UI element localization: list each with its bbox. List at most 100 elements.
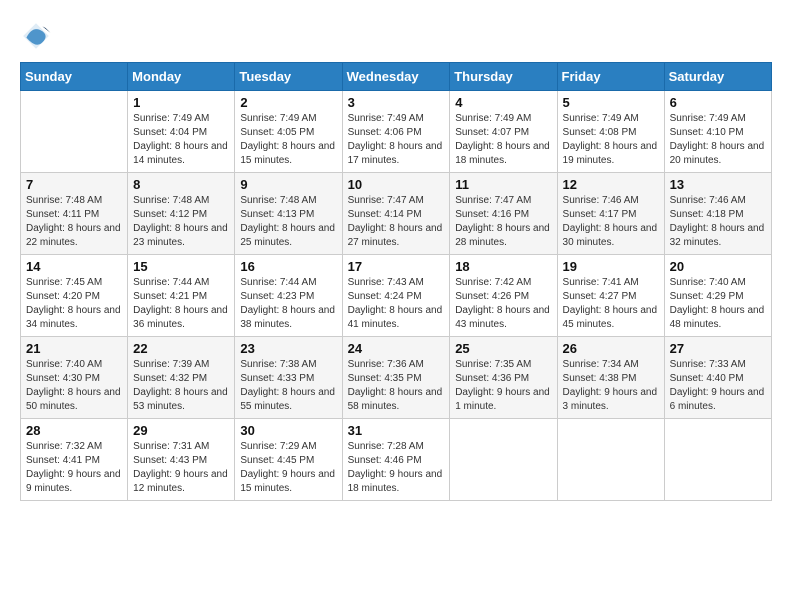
day-info: Sunrise: 7:42 AMSunset: 4:26 PMDaylight:… (455, 276, 551, 332)
day-info: Sunrise: 7:49 AMSunset: 4:06 PMDaylight:… (348, 112, 445, 168)
day-number: 2 (240, 95, 336, 110)
day-number: 14 (26, 259, 122, 274)
day-number: 16 (240, 259, 336, 274)
day-number: 13 (670, 177, 766, 192)
day-cell: 5 Sunrise: 7:49 AMSunset: 4:08 PMDaylight… (557, 91, 664, 173)
day-number: 22 (133, 341, 229, 356)
day-number: 10 (348, 177, 445, 192)
day-info: Sunrise: 7:47 AMSunset: 4:16 PMDaylight:… (455, 194, 551, 250)
weekday-header-wednesday: Wednesday (342, 63, 450, 91)
day-cell: 31 Sunrise: 7:28 AMSunset: 4:46 PMDayligh… (342, 419, 450, 501)
day-number: 20 (670, 259, 766, 274)
day-info: Sunrise: 7:49 AMSunset: 4:08 PMDaylight:… (563, 112, 659, 168)
week-row-3: 14 Sunrise: 7:45 AMSunset: 4:20 PMDayligh… (21, 255, 772, 337)
day-info: Sunrise: 7:28 AMSunset: 4:46 PMDaylight:… (348, 440, 445, 496)
weekday-header-row: SundayMondayTuesdayWednesdayThursdayFrid… (21, 63, 772, 91)
day-cell: 17 Sunrise: 7:43 AMSunset: 4:24 PMDayligh… (342, 255, 450, 337)
day-number: 17 (348, 259, 445, 274)
day-info: Sunrise: 7:49 AMSunset: 4:04 PMDaylight:… (133, 112, 229, 168)
day-number: 25 (455, 341, 551, 356)
day-cell: 14 Sunrise: 7:45 AMSunset: 4:20 PMDayligh… (21, 255, 128, 337)
weekday-header-thursday: Thursday (450, 63, 557, 91)
day-info: Sunrise: 7:45 AMSunset: 4:20 PMDaylight:… (26, 276, 122, 332)
day-number: 15 (133, 259, 229, 274)
day-info: Sunrise: 7:47 AMSunset: 4:14 PMDaylight:… (348, 194, 445, 250)
day-cell: 1 Sunrise: 7:49 AMSunset: 4:04 PMDaylight… (128, 91, 235, 173)
day-info: Sunrise: 7:39 AMSunset: 4:32 PMDaylight:… (133, 358, 229, 414)
day-cell: 15 Sunrise: 7:44 AMSunset: 4:21 PMDayligh… (128, 255, 235, 337)
day-cell: 7Sunrise: 7:48 AMSunset: 4:11 PMDaylight… (21, 173, 128, 255)
day-number: 3 (348, 95, 445, 110)
day-cell: 20 Sunrise: 7:40 AMSunset: 4:29 PMDayligh… (664, 255, 771, 337)
day-cell: 6 Sunrise: 7:49 AMSunset: 4:10 PMDaylight… (664, 91, 771, 173)
day-info: Sunrise: 7:43 AMSunset: 4:24 PMDaylight:… (348, 276, 445, 332)
day-info: Sunrise: 7:36 AMSunset: 4:35 PMDaylight:… (348, 358, 445, 414)
day-info: Sunrise: 7:40 AMSunset: 4:29 PMDaylight:… (670, 276, 766, 332)
day-number: 4 (455, 95, 551, 110)
day-cell: 22 Sunrise: 7:39 AMSunset: 4:32 PMDayligh… (128, 337, 235, 419)
day-info: Sunrise: 7:40 AMSunset: 4:30 PMDaylight:… (26, 358, 122, 414)
day-number: 1 (133, 95, 229, 110)
day-info: Sunrise: 7:32 AMSunset: 4:41 PMDaylight:… (26, 440, 122, 496)
day-cell: 3 Sunrise: 7:49 AMSunset: 4:06 PMDaylight… (342, 91, 450, 173)
day-cell: 28Sunrise: 7:32 AMSunset: 4:41 PMDayligh… (21, 419, 128, 501)
day-info: Sunrise: 7:49 AMSunset: 4:07 PMDaylight:… (455, 112, 551, 168)
day-info: Sunrise: 7:31 AMSunset: 4:43 PMDaylight:… (133, 440, 229, 496)
day-info: Sunrise: 7:29 AMSunset: 4:45 PMDaylight:… (240, 440, 336, 496)
week-row-4: 21Sunrise: 7:40 AMSunset: 4:30 PMDayligh… (21, 337, 772, 419)
day-cell: 13 Sunrise: 7:46 AMSunset: 4:18 PMDayligh… (664, 173, 771, 255)
weekday-header-monday: Monday (128, 63, 235, 91)
day-info: Sunrise: 7:49 AMSunset: 4:05 PMDaylight:… (240, 112, 336, 168)
day-cell: 16 Sunrise: 7:44 AMSunset: 4:23 PMDayligh… (235, 255, 342, 337)
day-info: Sunrise: 7:35 AMSunset: 4:36 PMDaylight:… (455, 358, 551, 414)
day-number: 27 (670, 341, 766, 356)
week-row-1: 1 Sunrise: 7:49 AMSunset: 4:04 PMDaylight… (21, 91, 772, 173)
day-info: Sunrise: 7:46 AMSunset: 4:18 PMDaylight:… (670, 194, 766, 250)
day-number: 24 (348, 341, 445, 356)
weekday-header-sunday: Sunday (21, 63, 128, 91)
day-info: Sunrise: 7:44 AMSunset: 4:21 PMDaylight:… (133, 276, 229, 332)
weekday-header-tuesday: Tuesday (235, 63, 342, 91)
day-info: Sunrise: 7:49 AMSunset: 4:10 PMDaylight:… (670, 112, 766, 168)
day-info: Sunrise: 7:34 AMSunset: 4:38 PMDaylight:… (563, 358, 659, 414)
day-number: 11 (455, 177, 551, 192)
day-number: 26 (563, 341, 659, 356)
day-cell (450, 419, 557, 501)
day-cell: 25 Sunrise: 7:35 AMSunset: 4:36 PMDayligh… (450, 337, 557, 419)
day-cell: 4 Sunrise: 7:49 AMSunset: 4:07 PMDaylight… (450, 91, 557, 173)
day-number: 6 (670, 95, 766, 110)
day-number: 5 (563, 95, 659, 110)
day-cell: 27 Sunrise: 7:33 AMSunset: 4:40 PMDayligh… (664, 337, 771, 419)
day-info: Sunrise: 7:38 AMSunset: 4:33 PMDaylight:… (240, 358, 336, 414)
day-cell: 10 Sunrise: 7:47 AMSunset: 4:14 PMDayligh… (342, 173, 450, 255)
day-cell (557, 419, 664, 501)
day-cell: 26 Sunrise: 7:34 AMSunset: 4:38 PMDayligh… (557, 337, 664, 419)
logo-icon (20, 20, 52, 52)
logo (20, 20, 56, 52)
day-cell: 21Sunrise: 7:40 AMSunset: 4:30 PMDayligh… (21, 337, 128, 419)
page-header (20, 20, 772, 52)
day-info: Sunrise: 7:48 AMSunset: 4:11 PMDaylight:… (26, 194, 122, 250)
day-info: Sunrise: 7:48 AMSunset: 4:13 PMDaylight:… (240, 194, 336, 250)
day-info: Sunrise: 7:48 AMSunset: 4:12 PMDaylight:… (133, 194, 229, 250)
day-cell: 11 Sunrise: 7:47 AMSunset: 4:16 PMDayligh… (450, 173, 557, 255)
day-number: 30 (240, 423, 336, 438)
day-number: 19 (563, 259, 659, 274)
day-number: 31 (348, 423, 445, 438)
day-info: Sunrise: 7:33 AMSunset: 4:40 PMDaylight:… (670, 358, 766, 414)
day-cell (664, 419, 771, 501)
week-row-2: 7Sunrise: 7:48 AMSunset: 4:11 PMDaylight… (21, 173, 772, 255)
day-number: 9 (240, 177, 336, 192)
day-cell: 2 Sunrise: 7:49 AMSunset: 4:05 PMDaylight… (235, 91, 342, 173)
day-number: 8 (133, 177, 229, 192)
day-cell: 12Sunrise: 7:46 AMSunset: 4:17 PMDayligh… (557, 173, 664, 255)
day-cell: 8 Sunrise: 7:48 AMSunset: 4:12 PMDaylight… (128, 173, 235, 255)
day-cell (21, 91, 128, 173)
day-cell: 19 Sunrise: 7:41 AMSunset: 4:27 PMDayligh… (557, 255, 664, 337)
day-number: 12 (563, 177, 659, 192)
day-info: Sunrise: 7:41 AMSunset: 4:27 PMDaylight:… (563, 276, 659, 332)
weekday-header-saturday: Saturday (664, 63, 771, 91)
day-info: Sunrise: 7:44 AMSunset: 4:23 PMDaylight:… (240, 276, 336, 332)
day-number: 18 (455, 259, 551, 274)
day-cell: 30 Sunrise: 7:29 AMSunset: 4:45 PMDayligh… (235, 419, 342, 501)
